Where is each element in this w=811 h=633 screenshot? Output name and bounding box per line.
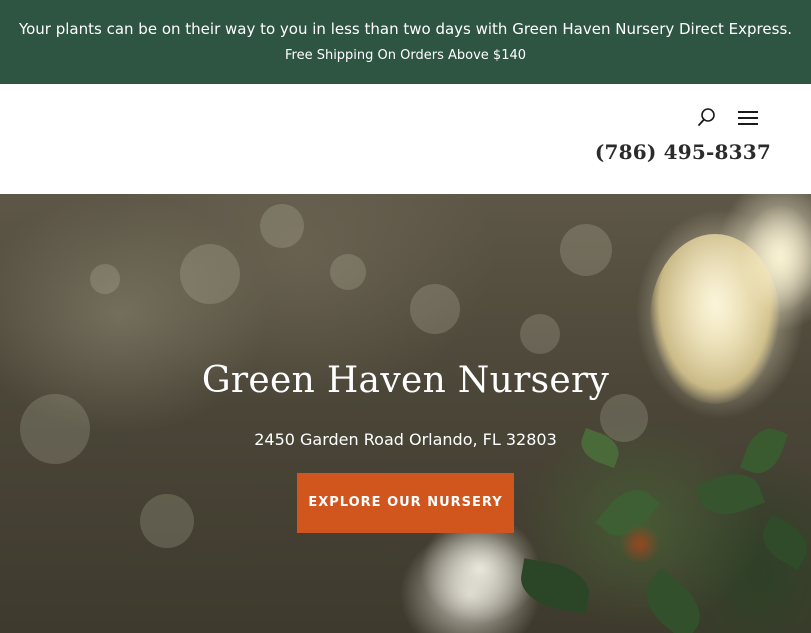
hero-address: 2450 Garden Road Orlando, FL 32803 xyxy=(254,430,557,449)
shipping-message: Free Shipping On Orders Above $140 xyxy=(284,48,527,63)
explore-nursery-button[interactable]: EXPLORE OUR NURSERY xyxy=(297,473,514,533)
promo-banner: Your plants can be on their way to you i… xyxy=(0,0,811,84)
menu-button[interactable] xyxy=(736,108,760,128)
phone-link[interactable]: (786) 495-8337 xyxy=(595,140,771,164)
hero-section: Green Haven Nursery 2450 Garden Road Orl… xyxy=(0,194,811,633)
search-icon xyxy=(698,108,715,126)
site-header: (786) 495-8337 xyxy=(0,84,811,194)
promo-message: Your plants can be on their way to you i… xyxy=(18,20,793,38)
search-button[interactable] xyxy=(696,106,718,128)
hero-title: Green Haven Nursery xyxy=(201,360,610,401)
hamburger-menu-icon xyxy=(738,111,758,113)
